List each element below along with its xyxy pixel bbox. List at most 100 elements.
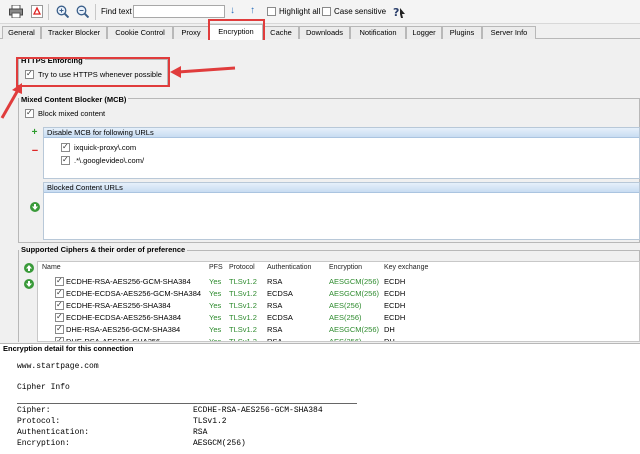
cipher-protocol-cell: TLSv1.2 bbox=[229, 337, 257, 342]
arrow-up-circle-icon[interactable] bbox=[24, 263, 34, 273]
highlight-all-checkbox[interactable]: Highlight all bbox=[267, 7, 320, 16]
tab-server-info[interactable]: Server Info bbox=[482, 26, 536, 39]
cipher-auth-cell: RSA bbox=[267, 301, 283, 310]
tab-plugins[interactable]: Plugins bbox=[442, 26, 482, 39]
cipher-enc-cell: AESGCM(256) bbox=[329, 289, 380, 298]
field-value: AESGCM(256) bbox=[193, 439, 246, 448]
cipher-pfs-cell: Yes bbox=[209, 313, 222, 322]
tab-cache[interactable]: Cache bbox=[263, 26, 299, 39]
cipher-kx-cell: ECDH bbox=[384, 289, 406, 298]
tab-downloads[interactable]: Downloads bbox=[299, 26, 350, 39]
column-header[interactable]: Key exchange bbox=[384, 264, 428, 271]
cipher-checkbox[interactable] bbox=[55, 288, 64, 298]
list-item[interactable]: ixquick-proxy\.com bbox=[61, 142, 137, 152]
tab-bar: General Tracker Blocker Cookie Control P… bbox=[0, 24, 640, 40]
detail-host: www.startpage.com bbox=[17, 362, 99, 371]
arrow-down-circle-icon[interactable] bbox=[30, 202, 40, 212]
cipher-protocol-cell: TLSv1.2 bbox=[229, 313, 257, 322]
tab-proxy[interactable]: Proxy bbox=[173, 26, 209, 39]
column-header[interactable]: Protocol bbox=[229, 264, 255, 271]
help-icon[interactable]: ? bbox=[391, 4, 406, 19]
table-row[interactable]: DHE-RSA-AES256-SHA256 Yes TLSv1.2 RSA AES(25… bbox=[38, 336, 639, 342]
cipher-enc-cell: AESGCM(256) bbox=[329, 277, 380, 286]
tab-general[interactable]: General bbox=[2, 26, 41, 39]
zoom-in-icon[interactable] bbox=[55, 4, 70, 19]
cipher-kx-cell: ECDH bbox=[384, 277, 406, 286]
divider bbox=[17, 403, 357, 404]
cipher-name-cell: ECDHE-RSA-AES256-SHA384 bbox=[66, 301, 171, 310]
arrow-up-icon[interactable]: ↑ bbox=[250, 5, 255, 16]
cipher-protocol-cell: TLSv1.2 bbox=[229, 289, 257, 298]
cipher-auth-cell: RSA bbox=[267, 337, 283, 342]
arrow-down-circle-icon[interactable] bbox=[24, 279, 34, 289]
blocked-content-list[interactable]: Blocked Content URLs bbox=[43, 182, 640, 240]
toolbar-separator bbox=[48, 4, 49, 20]
table-row[interactable]: ECDHE-RSA-AES256-SHA384 Yes TLSv1.2 RSA AES(… bbox=[38, 300, 639, 312]
cipher-info-heading: Cipher Info bbox=[17, 383, 70, 392]
column-header[interactable]: Authentication bbox=[267, 264, 311, 271]
cipher-kx-cell: DH bbox=[384, 337, 395, 342]
case-sensitive-label: Case sensitive bbox=[334, 7, 387, 16]
column-header[interactable]: Encryption bbox=[329, 264, 362, 271]
cipher-checkbox[interactable] bbox=[55, 336, 64, 341]
field-label: Protocol: bbox=[17, 417, 61, 426]
case-sensitive-checkbox[interactable]: Case sensitive bbox=[322, 7, 386, 16]
cipher-enc-cell: AESGCM(256) bbox=[329, 325, 380, 334]
pdf-icon[interactable] bbox=[29, 4, 44, 19]
table-row[interactable]: ECDHE-RSA-AES256-GCM-SHA384 Yes TLSv1.2 RSA… bbox=[38, 276, 639, 288]
checkbox-box[interactable] bbox=[322, 7, 331, 16]
column-header[interactable]: PFS bbox=[209, 264, 223, 271]
cipher-pfs-cell: Yes bbox=[209, 301, 222, 310]
cipher-checkbox[interactable] bbox=[55, 324, 64, 334]
cipher-protocol-cell: TLSv1.2 bbox=[229, 277, 257, 286]
highlight-all-label: Highlight all bbox=[279, 7, 321, 16]
cipher-protocol-cell: TLSv1.2 bbox=[229, 325, 257, 334]
cipher-auth-cell: ECDSA bbox=[267, 289, 293, 298]
cipher-kx-cell: DH bbox=[384, 325, 395, 334]
arrow-down-icon[interactable]: ↓ bbox=[230, 5, 235, 16]
tab-tracker-blocker[interactable]: Tracker Blocker bbox=[41, 26, 107, 39]
toolbar-separator bbox=[95, 4, 96, 20]
cipher-name-cell: ECDHE-ECDSA-AES256-SHA384 bbox=[66, 313, 182, 322]
url-label: ixquick-proxy\.com bbox=[74, 143, 137, 152]
toolbar: Find text ↓ ↑ Highlight all Case sensiti… bbox=[0, 0, 640, 24]
blocked-content-header: Blocked Content URLs bbox=[44, 183, 639, 193]
cipher-checkbox[interactable] bbox=[55, 276, 64, 286]
cipher-enc-cell: AES(256) bbox=[329, 313, 362, 322]
remove-icon[interactable]: − bbox=[30, 145, 40, 157]
cipher-checkbox[interactable] bbox=[55, 300, 64, 310]
find-text-input[interactable] bbox=[133, 5, 225, 18]
cipher-table[interactable]: Name PFS Protocol Authentication Encrypt… bbox=[37, 261, 640, 342]
ciphers-title: Supported Ciphers & their order of prefe… bbox=[19, 245, 188, 254]
cipher-checkbox[interactable] bbox=[55, 312, 64, 322]
svg-text:?: ? bbox=[393, 6, 399, 19]
cipher-kx-cell: ECDH bbox=[384, 313, 406, 322]
field-value: RSA bbox=[193, 428, 208, 437]
tab-cookie-control[interactable]: Cookie Control bbox=[107, 26, 173, 39]
cipher-name-cell: ECDHE-RSA-AES256-GCM-SHA384 bbox=[66, 277, 191, 286]
zoom-out-icon[interactable] bbox=[75, 4, 90, 19]
cipher-enc-cell: AES(256) bbox=[329, 301, 362, 310]
table-row[interactable]: ECDHE-ECDSA-AES256-GCM-SHA384 Yes TLSv1.2 E… bbox=[38, 288, 639, 300]
printer-icon[interactable] bbox=[8, 4, 23, 19]
tab-logger[interactable]: Logger bbox=[406, 26, 442, 39]
url-checkbox[interactable] bbox=[61, 142, 70, 152]
checkbox-box[interactable] bbox=[267, 7, 276, 16]
table-row[interactable]: DHE-RSA-AES256-GCM-SHA384 Yes TLSv1.2 RSA AE… bbox=[38, 324, 639, 336]
url-label: .*\.googlevideo\.com/ bbox=[74, 156, 145, 165]
field-label: Authentication: bbox=[17, 428, 90, 437]
cipher-auth-cell: RSA bbox=[267, 325, 283, 334]
list-item[interactable]: .*\.googlevideo\.com/ bbox=[61, 155, 145, 165]
table-row[interactable]: ECDHE-ECDSA-AES256-SHA384 Yes TLSv1.2 ECDSA… bbox=[38, 312, 639, 324]
tab-notification[interactable]: Notification bbox=[350, 26, 406, 39]
cipher-name-cell: DHE-RSA-AES256-GCM-SHA384 bbox=[66, 325, 181, 334]
cipher-pfs-cell: Yes bbox=[209, 289, 222, 298]
url-checkbox[interactable] bbox=[61, 155, 70, 165]
column-header[interactable]: Name bbox=[42, 264, 61, 271]
mcb-exception-list[interactable]: Disable MCB for following URLs ixquick-p… bbox=[43, 127, 640, 179]
find-label: Find text bbox=[101, 7, 132, 16]
cipher-kx-cell: ECDH bbox=[384, 301, 406, 310]
encryption-detail-pane: Encryption detail for this connection ww… bbox=[0, 343, 640, 454]
detail-title: Encryption detail for this connection bbox=[3, 344, 134, 353]
field-value: ECDHE-RSA-AES256-GCM-SHA384 bbox=[193, 406, 323, 415]
